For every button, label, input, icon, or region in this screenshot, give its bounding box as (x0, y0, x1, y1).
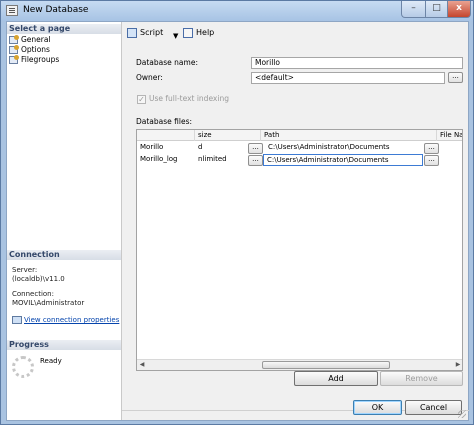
database-name-label: Database name: (136, 58, 198, 67)
scroll-right-icon[interactable]: ▶ (453, 360, 462, 370)
page-icon (9, 55, 19, 64)
table-row[interactable]: Morillo_log nlimited ... C:\Users\Admini… (137, 154, 462, 166)
grid-horizontal-scrollbar[interactable]: ◀ ▶ (137, 359, 462, 370)
help-button[interactable]: Help (183, 26, 214, 40)
dialog-client-area: Select a page General Options Filegroups… (6, 21, 469, 421)
remove-button[interactable]: Remove (380, 371, 463, 386)
grid-header-path[interactable]: Path (261, 130, 437, 141)
connection-value: MOVIL\Administrator (12, 299, 85, 307)
size-browse-button[interactable]: ... (248, 155, 263, 166)
grid-header-size[interactable]: size (195, 130, 261, 141)
page-icon (9, 35, 19, 44)
add-button[interactable]: Add (294, 371, 378, 386)
size-browse-button[interactable]: ... (248, 143, 263, 154)
file-logical-name[interactable]: Morillo_log (137, 154, 195, 166)
file-size[interactable]: d (195, 142, 247, 154)
database-files-grid[interactable]: size Path File Nam Morillo d ... C:\User… (136, 129, 463, 371)
page-item-label: General (21, 35, 51, 44)
file-path[interactable]: C:\Users\Administrator\Documents (265, 142, 423, 154)
title-bar[interactable]: New Database – □ x (1, 1, 473, 21)
grid-header: size Path File Nam (137, 130, 462, 141)
help-icon (183, 28, 193, 38)
properties-icon (12, 316, 22, 324)
page-item-label: Options (21, 45, 50, 54)
scrollbar-thumb[interactable] (262, 361, 390, 369)
select-page-header: Select a page (7, 24, 121, 34)
help-label: Help (196, 28, 215, 37)
progress-header: Progress (7, 340, 121, 350)
table-row[interactable]: Morillo d ... C:\Users\Administrator\Doc… (137, 142, 462, 154)
owner-input[interactable]: <default> (251, 72, 445, 84)
page-item-filegroups[interactable]: Filegroups (9, 55, 59, 65)
page-item-label: Filegroups (21, 55, 60, 64)
chevron-down-icon[interactable]: ▼ (173, 29, 178, 43)
scroll-left-icon[interactable]: ◀ (137, 360, 147, 370)
connection-header: Connection (7, 250, 121, 260)
view-connection-properties-link[interactable]: View connection properties (12, 316, 119, 325)
cancel-button[interactable]: Cancel (405, 400, 462, 415)
file-logical-name[interactable]: Morillo (137, 142, 195, 154)
view-connection-properties-label: View connection properties (24, 316, 120, 324)
script-label: Script (140, 28, 164, 37)
fulltext-label: Use full-text indexing (149, 94, 229, 103)
connection-label: Connection: (12, 290, 54, 298)
owner-browse-button[interactable]: ... (448, 72, 463, 83)
maximize-button[interactable]: □ (425, 1, 448, 18)
resize-grip-icon[interactable] (458, 410, 466, 418)
grid-header-file-name[interactable]: File Nam (437, 130, 462, 141)
progress-spinner-icon (12, 356, 34, 378)
database-name-input[interactable]: Morillo (251, 57, 463, 69)
grid-header-name[interactable] (137, 130, 195, 141)
server-label: Server: (12, 266, 38, 274)
database-window-icon (6, 5, 18, 16)
page-item-options[interactable]: Options (9, 45, 50, 55)
file-path-selected[interactable]: C:\Users\Administrator\Documents (263, 154, 423, 166)
close-button[interactable]: x (447, 1, 471, 18)
database-files-label: Database files: (136, 117, 193, 126)
fulltext-checkbox[interactable]: ✓ (137, 95, 146, 104)
ok-button[interactable]: OK (353, 400, 402, 415)
path-browse-button[interactable]: ... (424, 155, 439, 166)
left-pane: Select a page General Options Filegroups… (7, 22, 122, 420)
new-database-window: New Database – □ x Select a page General… (0, 0, 474, 425)
script-icon (127, 28, 137, 38)
path-browse-button[interactable]: ... (424, 143, 439, 154)
server-value: (localdb)\v11.0 (12, 275, 65, 283)
page-item-general[interactable]: General (9, 35, 51, 45)
file-size[interactable]: nlimited (195, 154, 247, 166)
progress-status: Ready (40, 357, 62, 365)
window-title: New Database (23, 5, 89, 15)
script-button[interactable]: Script ▼ (127, 26, 178, 40)
page-icon (9, 45, 19, 54)
minimize-button[interactable]: – (401, 1, 426, 18)
owner-label: Owner: (136, 73, 163, 82)
